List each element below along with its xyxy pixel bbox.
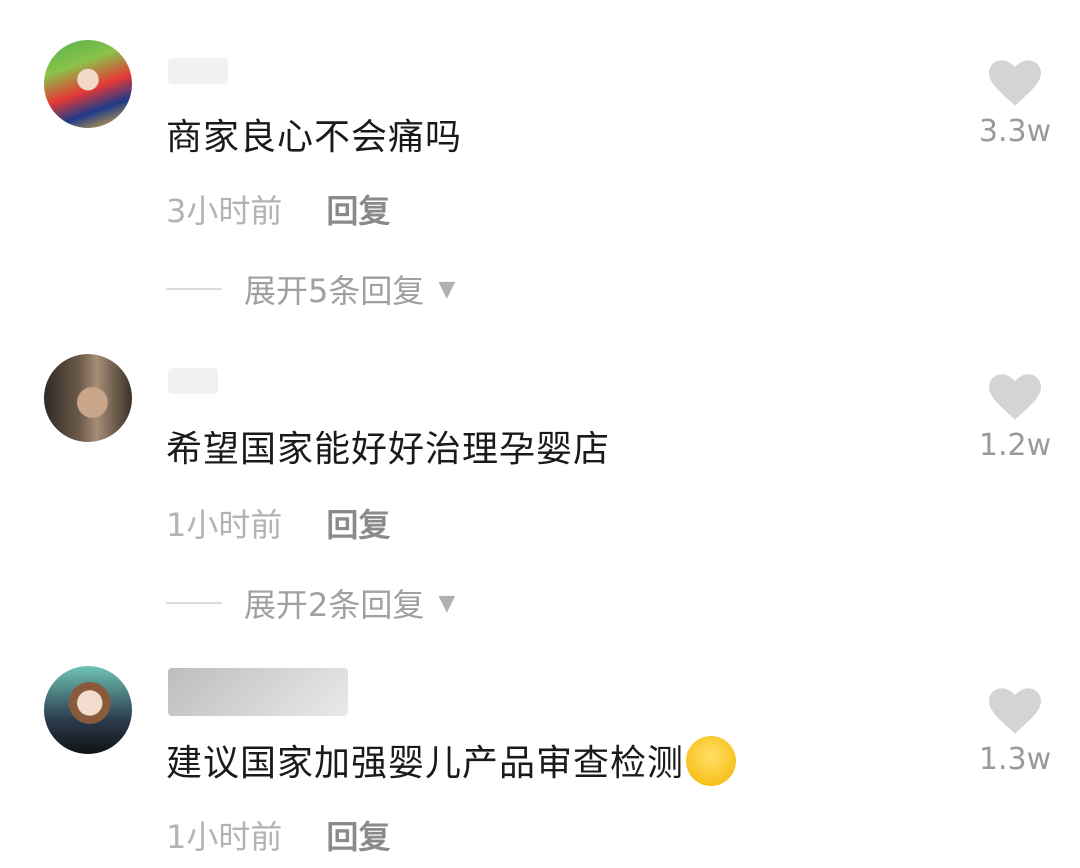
comment-text-content: 建议国家加强婴儿产品审查检测 [166,743,685,784]
expand-replies-button[interactable]: 展开5条回复 ▼ [166,266,455,312]
expand-replies-label: 展开5条回复 [244,272,425,310]
expand-replies-button[interactable]: 展开2条回复 ▼ [166,580,455,626]
laughing-crying-emoji-icon [686,736,737,786]
avatar[interactable] [44,666,132,754]
caret-down-icon: ▼ [438,276,456,302]
timestamp: 1小时前 [166,506,283,544]
reply-button[interactable]: 回复 [326,192,390,230]
avatar[interactable] [44,354,132,442]
username-blurred[interactable] [168,58,228,84]
divider [166,288,222,290]
comment-meta: 1小时前 回复 [166,812,390,858]
comment-meta: 1小时前 回复 [166,500,390,546]
like-button[interactable]: 1.2w [970,374,1060,463]
username-blurred[interactable] [168,368,218,394]
comment-text: 希望国家能好好治理孕婴店 [166,429,611,470]
comment-text: 建议国家加强婴儿产品审查检测 [166,734,737,790]
like-button[interactable]: 3.3w [970,60,1060,149]
reply-button[interactable]: 回复 [326,506,390,544]
heart-icon [989,60,1041,106]
heart-icon [989,688,1041,734]
divider [166,602,222,604]
expand-replies-label: 展开2条回复 [244,586,425,624]
comment-text: 商家良心不会痛吗 [166,117,463,158]
avatar[interactable] [44,40,132,128]
like-count: 1.2w [978,428,1052,463]
like-button[interactable]: 1.3w [970,688,1060,777]
caret-down-icon: ▼ [438,590,456,616]
timestamp: 3小时前 [166,192,283,230]
timestamp: 1小时前 [166,818,283,856]
reply-button[interactable]: 回复 [326,818,390,856]
like-count: 3.3w [978,114,1052,149]
like-count: 1.3w [978,742,1052,777]
username-blurred[interactable] [168,668,348,716]
heart-icon [989,374,1041,420]
comment-meta: 3小时前 回复 [166,186,390,232]
